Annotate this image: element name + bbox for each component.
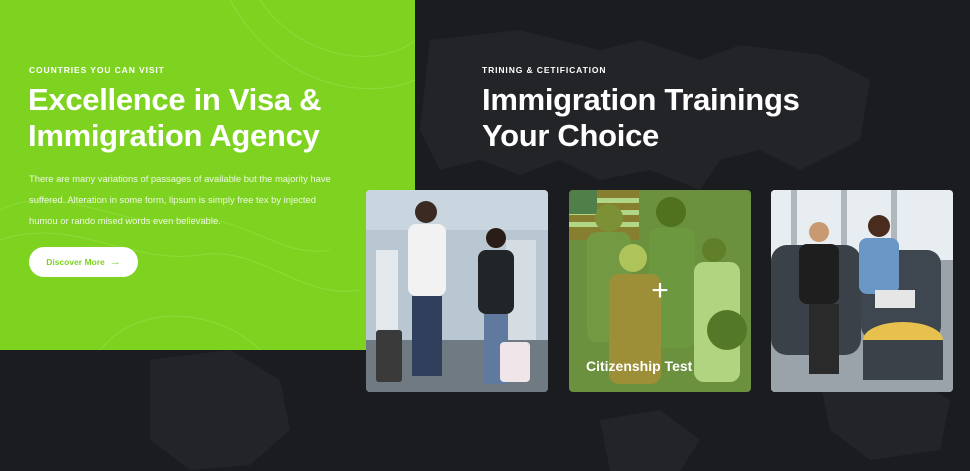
training-card-1[interactable] bbox=[366, 190, 548, 392]
office-meeting-image bbox=[771, 190, 953, 392]
right-heading: Immigration Trainings Your Choice bbox=[482, 82, 902, 154]
travelers-at-airport-image bbox=[366, 190, 548, 392]
discover-more-button[interactable]: Discover More → bbox=[29, 247, 138, 277]
hero-left-panel: COUNTRIES YOU CAN VISIT Excellence in Vi… bbox=[0, 0, 415, 350]
training-card-3[interactable] bbox=[771, 190, 953, 392]
left-heading-line1: Excellence in Visa & bbox=[28, 82, 322, 117]
arrow-right-icon: → bbox=[109, 256, 121, 268]
left-heading-line2: Immigration Agency bbox=[28, 118, 320, 153]
right-heading-line2: Your Choice bbox=[482, 118, 659, 153]
left-eyebrow: COUNTRIES YOU CAN VISIT bbox=[29, 65, 165, 75]
discover-more-label: Discover More bbox=[46, 257, 105, 267]
left-heading: Excellence in Visa & Immigration Agency bbox=[28, 82, 408, 154]
citizenship-test-label[interactable]: Citizenship Test bbox=[586, 358, 692, 374]
right-eyebrow: TRINING & CETIFICATION bbox=[482, 65, 607, 75]
plus-icon[interactable]: + bbox=[651, 276, 669, 306]
left-description: There are many variations of passages of… bbox=[29, 173, 331, 226]
right-heading-line1: Immigration Trainings bbox=[482, 82, 800, 117]
